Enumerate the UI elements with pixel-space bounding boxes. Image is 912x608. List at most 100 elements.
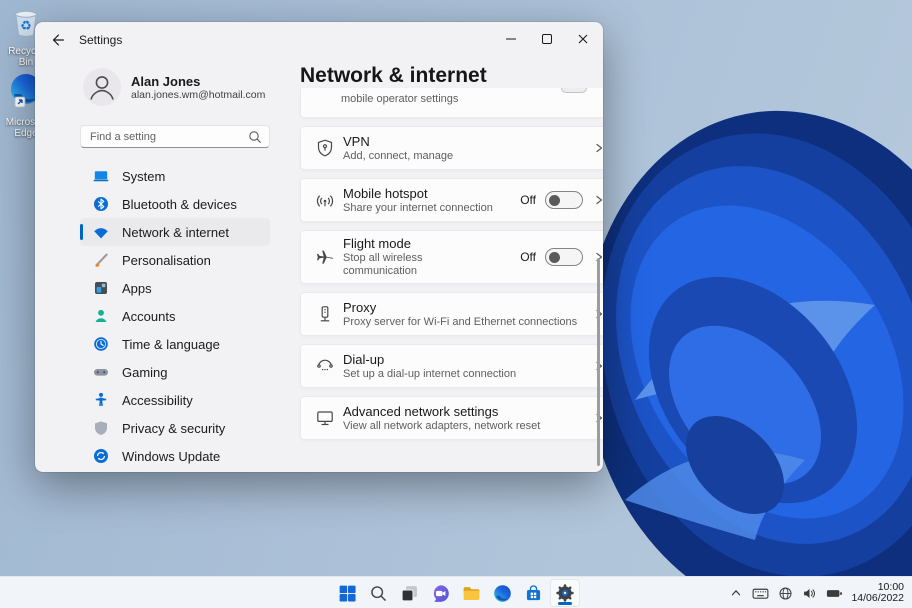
network-globe-icon[interactable] — [778, 586, 793, 601]
svg-text:♻: ♻ — [20, 18, 32, 33]
tray-clock[interactable]: 10:00 14/06/2022 — [851, 581, 904, 605]
sidebar-item-accessibility[interactable]: Accessibility — [80, 386, 270, 414]
partial-control — [561, 88, 587, 93]
back-button[interactable] — [43, 26, 73, 54]
sidebar-nav: System Bluetooth & devices Network & int… — [80, 162, 270, 470]
card-vpn[interactable]: VPN Add, connect, manage — [300, 126, 603, 170]
toggle-knob — [549, 194, 560, 206]
airplane-icon — [315, 247, 335, 267]
shield-icon — [93, 420, 109, 436]
search-icon — [371, 585, 386, 601]
taskbar: 10:00 14/06/2022 — [0, 576, 912, 608]
card-title: VPN — [343, 133, 370, 149]
teams-chat-icon — [433, 584, 449, 602]
scrollbar[interactable] — [597, 258, 600, 466]
flight-mode-toggle[interactable] — [545, 248, 583, 266]
settings-cards: mobile operator settings VPN Add, connec… — [300, 88, 603, 448]
update-icon — [93, 448, 109, 464]
avatar[interactable] — [83, 68, 121, 106]
card-mobile-hotspot[interactable]: Mobile hotspot Share your internet conne… — [300, 178, 603, 222]
sidebar-item-network-internet[interactable]: Network & internet — [80, 218, 270, 246]
hotspot-icon — [315, 190, 335, 210]
card-subtitle: Stop all wireless communication — [343, 252, 423, 277]
clock-globe-icon — [93, 336, 109, 352]
sidebar-item-privacy-security[interactable]: Privacy & security — [80, 414, 270, 442]
card-subtitle: Share your internet connection — [343, 201, 493, 214]
windows-bloom-wallpaper — [583, 110, 912, 576]
chevron-right-icon — [593, 194, 603, 206]
search-input[interactable] — [81, 130, 248, 143]
minimize-button[interactable] — [493, 24, 529, 54]
profile-email: alan.jones.wm@hotmail.com — [131, 89, 266, 101]
card-title: Dial-up — [343, 351, 385, 367]
apps-icon — [93, 280, 109, 296]
toggle-state-label: Off — [520, 193, 536, 207]
monitor-icon — [315, 408, 335, 428]
card-advanced-network-settings[interactable]: Advanced network settings View all netwo… — [300, 396, 603, 440]
edge-button[interactable] — [488, 579, 518, 607]
mobile-hotspot-toggle[interactable] — [545, 191, 583, 209]
settings-button[interactable] — [549, 579, 580, 607]
tray-date: 14/06/2022 — [851, 592, 904, 604]
chevron-right-icon — [593, 142, 603, 154]
card-flight-mode[interactable]: Flight mode Stop all wireless communicat… — [300, 230, 603, 284]
wifi-icon — [93, 224, 109, 240]
card-title: Proxy — [343, 299, 377, 315]
card-subtitle: Proxy server for Wi-Fi and Ethernet conn… — [343, 315, 578, 328]
sidebar-item-bluetooth-devices[interactable]: Bluetooth & devices — [80, 190, 270, 218]
system-icon — [93, 168, 109, 184]
card-mobile-partial[interactable]: mobile operator settings — [300, 88, 603, 118]
card-title: Flight mode — [343, 236, 411, 251]
touch-keyboard-icon[interactable] — [752, 585, 769, 602]
sidebar-item-gaming[interactable]: Gaming — [80, 358, 270, 386]
back-arrow-icon — [52, 34, 64, 46]
maximize-button[interactable] — [529, 24, 565, 54]
search-box — [80, 125, 270, 148]
card-proxy[interactable]: Proxy Proxy server for Wi-Fi and Etherne… — [300, 292, 603, 336]
dialup-phone-icon — [315, 356, 335, 376]
store-bag-icon — [526, 584, 541, 600]
card-subtitle: Set up a dial-up internet connection — [343, 367, 517, 380]
store-button[interactable] — [519, 579, 549, 607]
start-button[interactable] — [333, 579, 363, 607]
toggle-state-label: Off — [520, 250, 536, 264]
maximize-icon — [542, 34, 552, 44]
tray-chevron-up-icon[interactable] — [729, 586, 743, 600]
chat-button[interactable] — [426, 579, 456, 607]
card-dial-up[interactable]: Dial-up Set up a dial-up internet connec… — [300, 344, 603, 388]
folder-icon — [463, 586, 480, 600]
speaker-icon[interactable] — [802, 586, 817, 601]
window-title: Settings — [79, 33, 123, 47]
card-subtitle: mobile operator settings — [341, 93, 459, 105]
sidebar-item-time-language[interactable]: Time & language — [80, 330, 270, 358]
titlebar: Settings — [35, 22, 603, 58]
minimize-icon — [506, 38, 516, 40]
battery-icon[interactable] — [826, 586, 843, 601]
gamepad-icon — [93, 364, 109, 380]
person-icon — [93, 308, 109, 324]
card-subtitle: View all network adapters, network reset — [343, 419, 541, 432]
sidebar-item-accounts[interactable]: Accounts — [80, 302, 270, 330]
windows-start-icon — [339, 585, 356, 602]
brush-icon — [93, 252, 109, 268]
task-view-icon — [401, 585, 417, 601]
sidebar-item-apps[interactable]: Apps — [80, 274, 270, 302]
search-icon — [248, 130, 262, 144]
task-view-button[interactable] — [395, 579, 425, 607]
sidebar-item-windows-update[interactable]: Windows Update — [80, 442, 270, 470]
file-explorer-button[interactable] — [457, 579, 487, 607]
close-icon — [578, 34, 588, 44]
page-title: Network & internet — [300, 64, 487, 87]
vpn-shield-icon — [315, 138, 335, 158]
sidebar-item-system[interactable]: System — [80, 162, 270, 190]
taskbar-search-button[interactable] — [364, 579, 394, 607]
toggle-knob — [549, 251, 560, 263]
edge-icon — [494, 584, 511, 602]
bluetooth-icon — [93, 196, 109, 212]
gear-icon — [555, 584, 574, 602]
card-subtitle: Add, connect, manage — [343, 149, 454, 162]
proxy-server-icon — [315, 304, 335, 324]
sidebar-item-personalisation[interactable]: Personalisation — [80, 246, 270, 274]
system-tray: 10:00 14/06/2022 — [720, 577, 904, 608]
close-button[interactable] — [565, 24, 601, 54]
